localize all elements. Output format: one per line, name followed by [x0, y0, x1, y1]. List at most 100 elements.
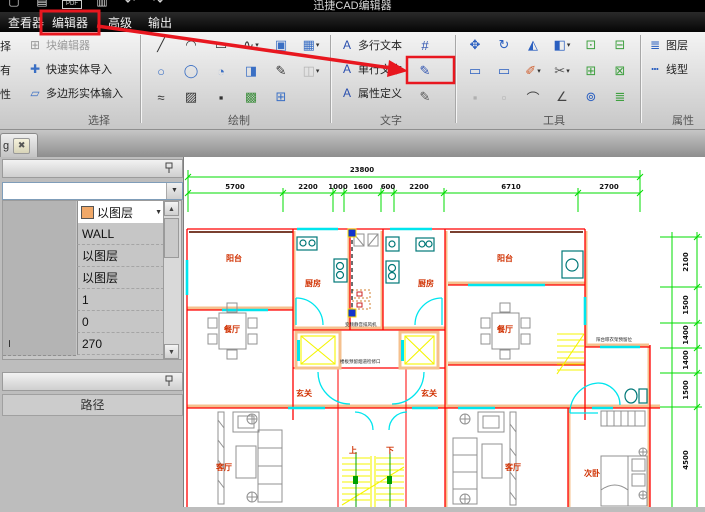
panel-scrollbar[interactable]: ▲ ▼: [163, 200, 182, 360]
color-combobox[interactable]: 以图层 ▼: [77, 201, 165, 223]
chamfer-tool[interactable]: ∠: [549, 86, 575, 108]
pencil-tool[interactable]: ✎: [268, 60, 294, 82]
drawing-canvas[interactable]: 23800 5700 2200 1000 1600 600 2200 6710 …: [184, 157, 705, 507]
circle-tool[interactable]: ○: [148, 60, 174, 82]
edit-text-tool[interactable]: ✎: [414, 60, 436, 82]
revcloud-tool[interactable]: ◠: [178, 34, 204, 56]
hatch-tool[interactable]: ▨: [178, 86, 204, 108]
polygon-entity-input-button[interactable]: ▱ 多边形实体输入: [28, 84, 123, 102]
stext-icon: A: [340, 62, 354, 76]
table-tool[interactable]: ⊞: [268, 86, 294, 108]
path-panel-header: [2, 372, 183, 391]
clipped-button-all[interactable]: 有: [0, 62, 14, 78]
rotate-tool[interactable]: ↻: [491, 34, 517, 56]
dim-label: 2200: [409, 183, 429, 191]
chevron-down-icon: ▾: [566, 67, 570, 75]
align-bottom-tool[interactable]: ▭: [491, 60, 517, 82]
kitchen-fixtures-right: [386, 237, 434, 283]
line-tool[interactable]: ╱: [148, 34, 174, 56]
quick-entity-import-button[interactable]: ✚ 快速实体导入: [28, 60, 112, 78]
block-editor-button[interactable]: ⊞ 块编辑器: [28, 36, 90, 54]
dim-label: 1500: [682, 380, 690, 400]
top-dimension-chain: 23800 5700 2200 1000 1600 600 2200 6710 …: [185, 166, 643, 212]
polyline-tool[interactable]: ∿▾: [238, 34, 264, 56]
block-import-tool[interactable]: ▣: [268, 34, 294, 56]
property-value-linetype[interactable]: 以图层: [77, 245, 164, 267]
close-icon[interactable]: ✖: [13, 138, 30, 154]
room-label-dining-right: 餐厅: [496, 324, 513, 334]
room-label-balcony-left: 阳台: [226, 253, 242, 263]
chevron-down-icon: ▾: [255, 41, 259, 49]
bring-front-tool[interactable]: ⊡: [578, 34, 604, 56]
boundary-icon: ▦: [303, 37, 315, 53]
dim-label: 600: [381, 183, 396, 191]
attrdef-button[interactable]: A 属性定义: [340, 84, 402, 102]
property-label-cell: [3, 311, 76, 334]
property-value-thickness[interactable]: 0: [77, 311, 164, 333]
window-title: 迅捷CAD编辑器: [0, 0, 705, 12]
wipeout-tool[interactable]: ◨: [238, 60, 264, 82]
chevron-down-icon[interactable]: ▼: [166, 183, 182, 199]
stext-button[interactable]: A 单行文本: [340, 60, 402, 78]
scrollbar-thumb[interactable]: [164, 218, 179, 258]
spline-tool[interactable]: ≈: [148, 86, 174, 108]
send-back-tool[interactable]: ⊟: [607, 34, 633, 56]
mirror-tool[interactable]: ◭: [520, 34, 546, 56]
order-down-tool[interactable]: ⊠: [607, 60, 633, 82]
annotation-access: 楼板预留烟道检修口: [340, 358, 381, 365]
property-filter-dropdown[interactable]: ▼: [2, 182, 183, 200]
group-tool[interactable]: ⊚: [578, 86, 604, 108]
property-value-lineweight[interactable]: 以图层: [77, 267, 164, 289]
grip-top[interactable]: [348, 229, 356, 237]
grip-bottom[interactable]: [348, 309, 356, 317]
layers-button[interactable]: ≣ 图层: [648, 36, 688, 54]
polyline-icon: ∿: [243, 37, 254, 53]
trim-tool[interactable]: ✂▾: [549, 60, 575, 82]
scroll-up-icon[interactable]: ▲: [164, 201, 179, 216]
region-tool[interactable]: ◫▾: [298, 60, 324, 82]
field-tool[interactable]: #: [414, 34, 436, 56]
clipped-button-props[interactable]: 性: [0, 86, 14, 102]
linetype-button[interactable]: ┅ 线型: [648, 60, 688, 78]
toilet: [625, 389, 647, 403]
add-db-tool[interactable]: ≣: [607, 86, 633, 108]
property-value-scale[interactable]: 1: [77, 289, 164, 311]
bed-and-wardrobe: [601, 411, 647, 506]
scissors-icon: ✂: [554, 63, 565, 79]
order-up-tool[interactable]: ⊞: [578, 60, 604, 82]
linetype-icon: ┅: [648, 62, 662, 76]
tab-advanced[interactable]: 高级: [100, 14, 140, 32]
properties-panel: ▼ 以图层 ▼ WALL 以图层 以图层 1 0 270 刂 ▲ ▼ 路径: [0, 157, 184, 507]
select-group-label: 选择: [88, 112, 110, 128]
property-value-layer[interactable]: WALL: [77, 223, 164, 245]
pin-icon[interactable]: [164, 375, 174, 387]
edit-attr-tool[interactable]: ✎: [414, 86, 436, 108]
chevron-down-icon[interactable]: ▼: [155, 209, 162, 216]
move-tool[interactable]: ✥: [462, 34, 488, 56]
scroll-down-icon[interactable]: ▼: [164, 344, 179, 359]
align-top-tool[interactable]: ▭: [462, 60, 488, 82]
color-picker-tool[interactable]: ✐▾: [520, 60, 546, 82]
arc-tool[interactable]: ◔: [208, 60, 234, 82]
ellipse-tool[interactable]: ◯: [178, 60, 204, 82]
dim-total: 23800: [350, 166, 374, 174]
pin-icon[interactable]: [164, 162, 174, 174]
document-tab[interactable]: g ✖: [0, 133, 38, 158]
dim-label: 1600: [353, 183, 373, 191]
attrdef-icon: A: [340, 86, 354, 100]
eyedropper-icon: ✐: [525, 63, 536, 79]
image-tool[interactable]: ▩: [238, 86, 264, 108]
point-tool[interactable]: ▪: [208, 86, 234, 108]
tab-editor[interactable]: 编辑器: [44, 14, 96, 32]
document-tab-bar: g ✖: [0, 130, 705, 158]
fillet-tool[interactable]: ⌒: [520, 86, 546, 108]
boundary-tool[interactable]: ▦▾: [298, 34, 324, 56]
property-value-angle[interactable]: 270: [77, 333, 164, 355]
sofa-set-right: [453, 412, 516, 505]
tab-output[interactable]: 输出: [140, 14, 180, 32]
rectangle-tool[interactable]: ▭: [208, 34, 234, 56]
clipped-button-select[interactable]: 择: [0, 38, 14, 54]
mtext-button[interactable]: A 多行文本: [340, 36, 402, 54]
linetype-label: 线型: [666, 61, 688, 77]
viewport-tool[interactable]: ◧▾: [549, 34, 575, 56]
